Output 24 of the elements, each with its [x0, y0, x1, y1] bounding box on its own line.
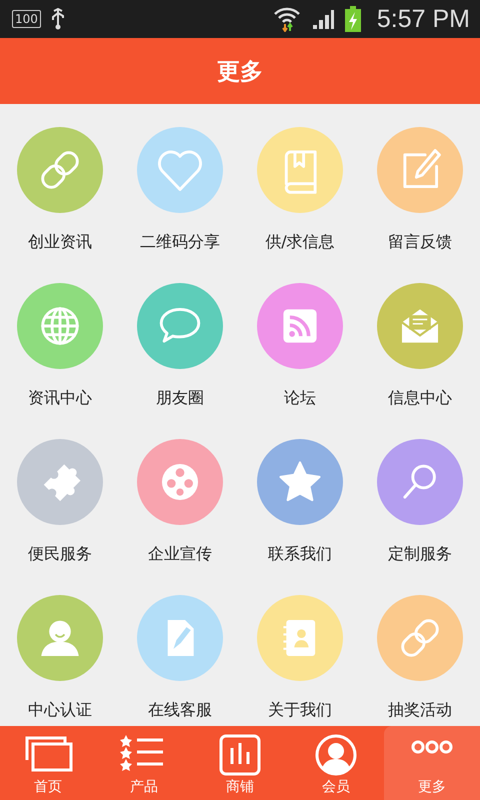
menu-label[interactable]: 抽奖活动	[388, 700, 452, 720]
menu-label[interactable]: 创业资讯	[28, 232, 92, 252]
menu-label[interactable]: 便民服务	[28, 544, 92, 564]
signal-icon	[310, 8, 335, 30]
menu-label[interactable]: 留言反馈	[388, 232, 452, 252]
wifi-icon	[272, 6, 301, 32]
battery-charging-icon	[344, 6, 361, 32]
menu-label[interactable]: 在线客服	[148, 700, 212, 720]
menu-label[interactable]: 信息中心	[388, 388, 452, 408]
menu-label[interactable]: 关于我们	[268, 700, 332, 720]
battery-level-text: 100	[12, 10, 41, 28]
menu-label[interactable]: 企业宣传	[148, 544, 212, 564]
menu-label[interactable]: 供/求信息	[265, 232, 335, 252]
menu-label[interactable]: 联系我们	[268, 544, 332, 564]
menu-label[interactable]: 朋友圈	[156, 388, 204, 408]
menu-label[interactable]: 定制服务	[388, 544, 452, 564]
page-title: 更多	[217, 58, 263, 86]
usb-icon	[50, 8, 65, 30]
clock-time: 5:57 PM	[376, 4, 470, 34]
menu-label[interactable]: 二维码分享	[140, 232, 220, 252]
menu-label[interactable]: 论坛	[284, 388, 316, 408]
menu-label[interactable]: 中心认证	[28, 700, 92, 720]
menu-label[interactable]: 资讯中心	[28, 388, 92, 408]
more-dots-icon	[411, 740, 453, 754]
